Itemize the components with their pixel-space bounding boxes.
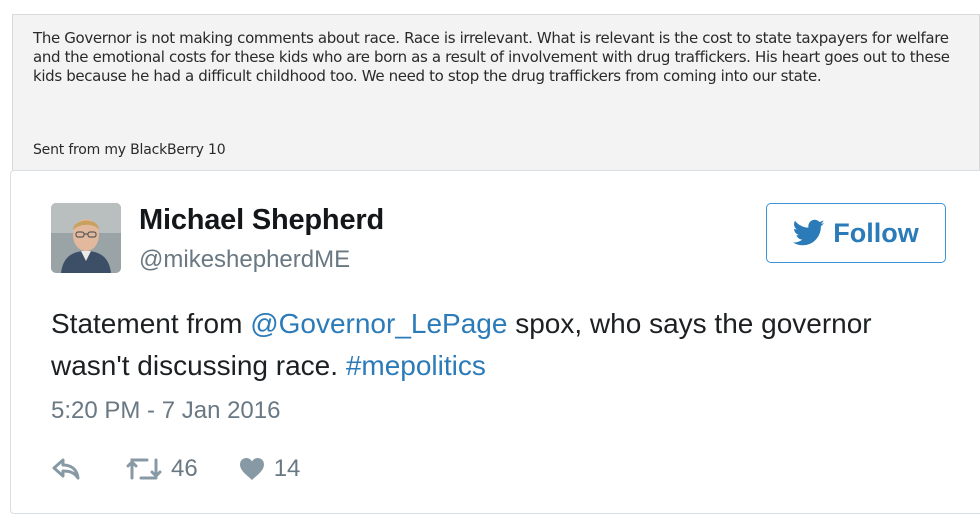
twitter-bird-icon	[793, 219, 825, 246]
tweet-screenshot: The Governor is not making comments abou…	[0, 0, 980, 526]
heart-icon	[239, 458, 264, 480]
retweet-button[interactable]: 46	[125, 455, 198, 483]
tweet-actions: 46 14	[51, 453, 300, 485]
tweet-card: Michael Shepherd @mikeshepherdME Follow …	[10, 170, 980, 514]
tweet-text-part1: Statement from	[51, 308, 251, 339]
hashtag-link[interactable]: #mepolitics	[346, 350, 486, 381]
retweet-icon	[126, 458, 162, 480]
avatar[interactable]	[51, 203, 121, 273]
retweet-count: 46	[171, 455, 198, 482]
follow-label: Follow	[833, 217, 919, 248]
follow-button[interactable]: Follow	[766, 203, 946, 263]
author-name[interactable]: Michael Shepherd	[139, 204, 384, 237]
author-handle[interactable]: @mikeshepherdME	[139, 246, 350, 274]
email-screenshot: The Governor is not making comments abou…	[12, 14, 980, 170]
reply-icon	[52, 458, 80, 480]
tweet-text: Statement from @Governor_LePage spox, wh…	[51, 303, 931, 387]
avatar-photo	[51, 203, 121, 273]
email-signature: Sent from my BlackBerry 10	[33, 142, 226, 158]
like-button[interactable]: 14	[238, 455, 301, 483]
mention-link[interactable]: @Governor_LePage	[250, 308, 507, 339]
email-body: The Governor is not making comments abou…	[33, 29, 950, 85]
tweet-timestamp[interactable]: 5:20 PM - 7 Jan 2016	[51, 397, 280, 425]
reply-button[interactable]	[51, 457, 81, 481]
like-count: 14	[273, 455, 301, 482]
